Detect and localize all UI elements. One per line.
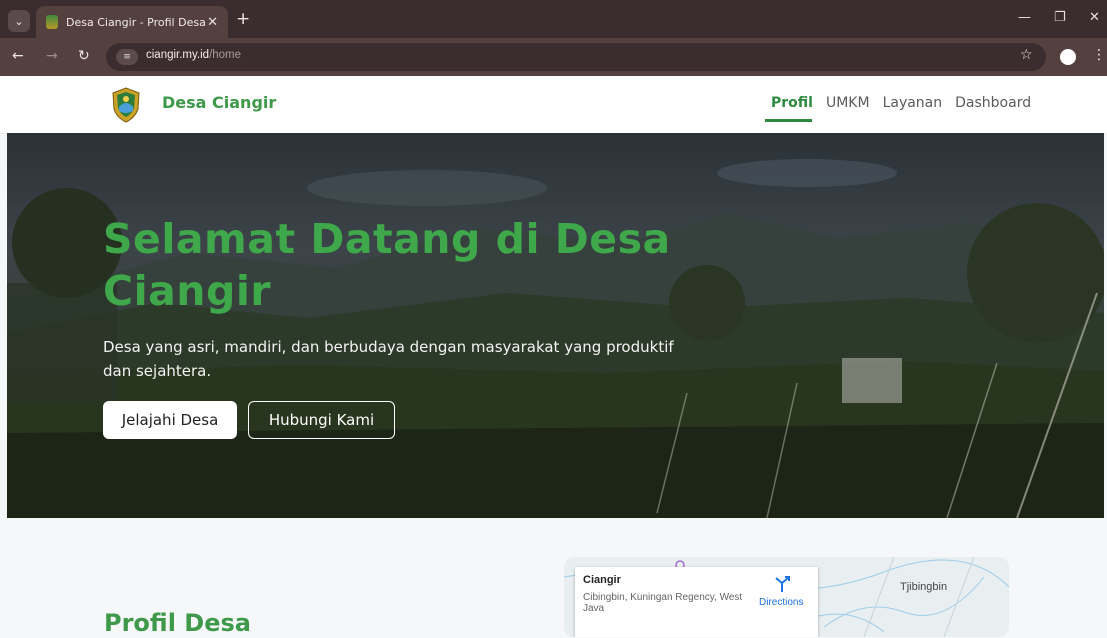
nav-item-umkm[interactable]: UMKM <box>826 95 870 111</box>
window-close-icon[interactable]: ✕ <box>1089 10 1100 25</box>
hero-subtitle: Desa yang asri, mandiri, dan berbudaya d… <box>103 338 674 380</box>
site-header: Desa Ciangir Profil UMKM Layanan Dashboa… <box>0 76 1107 134</box>
map-embed[interactable]: Tjibingbin Ciangir Cibingbin, Kuningan R… <box>564 557 1009 637</box>
forward-icon[interactable]: → <box>46 48 58 64</box>
new-tab-icon[interactable]: + <box>236 9 250 29</box>
active-nav-indicator <box>765 119 812 122</box>
directions-link[interactable]: Directions <box>759 597 803 608</box>
site-favicon-icon <box>46 15 58 29</box>
site-info-icon[interactable]: ≡ <box>116 49 138 65</box>
restore-icon[interactable]: ❐ <box>1054 10 1066 25</box>
url-text[interactable]: ciangir.my.id/home <box>146 49 241 61</box>
village-emblem-icon[interactable] <box>111 87 141 123</box>
contact-us-button[interactable]: Hubungi Kami <box>248 401 395 439</box>
explore-village-button[interactable]: Jelajahi Desa <box>103 401 237 439</box>
tab-search-icon[interactable]: ⌄ <box>8 10 30 32</box>
nav-item-dashboard[interactable]: Dashboard <box>955 95 1031 111</box>
map-card-title: Ciangir <box>583 574 621 586</box>
directions-icon[interactable] <box>772 575 792 593</box>
browser-tab-bar: ⌄ Desa Ciangir - Profil Desa ✕ + — ❐ ✕ <box>0 0 1107 38</box>
nav-item-profil[interactable]: Profil <box>771 95 813 111</box>
address-bar[interactable]: ≡ ciangir.my.id/home <box>106 43 1046 71</box>
minimize-icon[interactable]: — <box>1018 10 1031 25</box>
hero-section: Selamat Datang di Desa Ciangir Desa yang… <box>7 133 1104 518</box>
map-card-address: Cibingbin, Kuningan Regency, West Java <box>583 592 743 614</box>
nav-item-layanan[interactable]: Layanan <box>883 95 943 111</box>
main-nav: Profil UMKM Layanan Dashboard <box>771 95 1031 111</box>
bookmark-star-icon[interactable]: ☆ <box>1020 47 1033 63</box>
reload-icon[interactable]: ↻ <box>78 48 90 64</box>
map-place-label: Tjibingbin <box>900 581 948 593</box>
url-path: /home <box>209 49 242 61</box>
browser-menu-icon[interactable]: ⋮ <box>1092 47 1106 63</box>
hero-background-image <box>7 159 1104 518</box>
url-host: ciangir.my.id <box>146 49 210 61</box>
back-icon[interactable]: ← <box>12 48 24 64</box>
browser-tab[interactable]: Desa Ciangir - Profil Desa ✕ <box>36 6 228 38</box>
browser-toolbar: ← → ↻ ≡ ciangir.my.id/home ☆ ⋮ <box>0 38 1107 76</box>
site-brand[interactable]: Desa Ciangir <box>162 93 276 112</box>
tab-close-icon[interactable]: ✕ <box>207 15 218 30</box>
profile-heading: Profil Desa <box>104 609 251 637</box>
profile-avatar-icon[interactable] <box>1060 49 1076 65</box>
hero-title: Selamat Datang di Desa Ciangir <box>103 215 671 315</box>
tab-title: Desa Ciangir - Profil Desa <box>66 15 206 29</box>
